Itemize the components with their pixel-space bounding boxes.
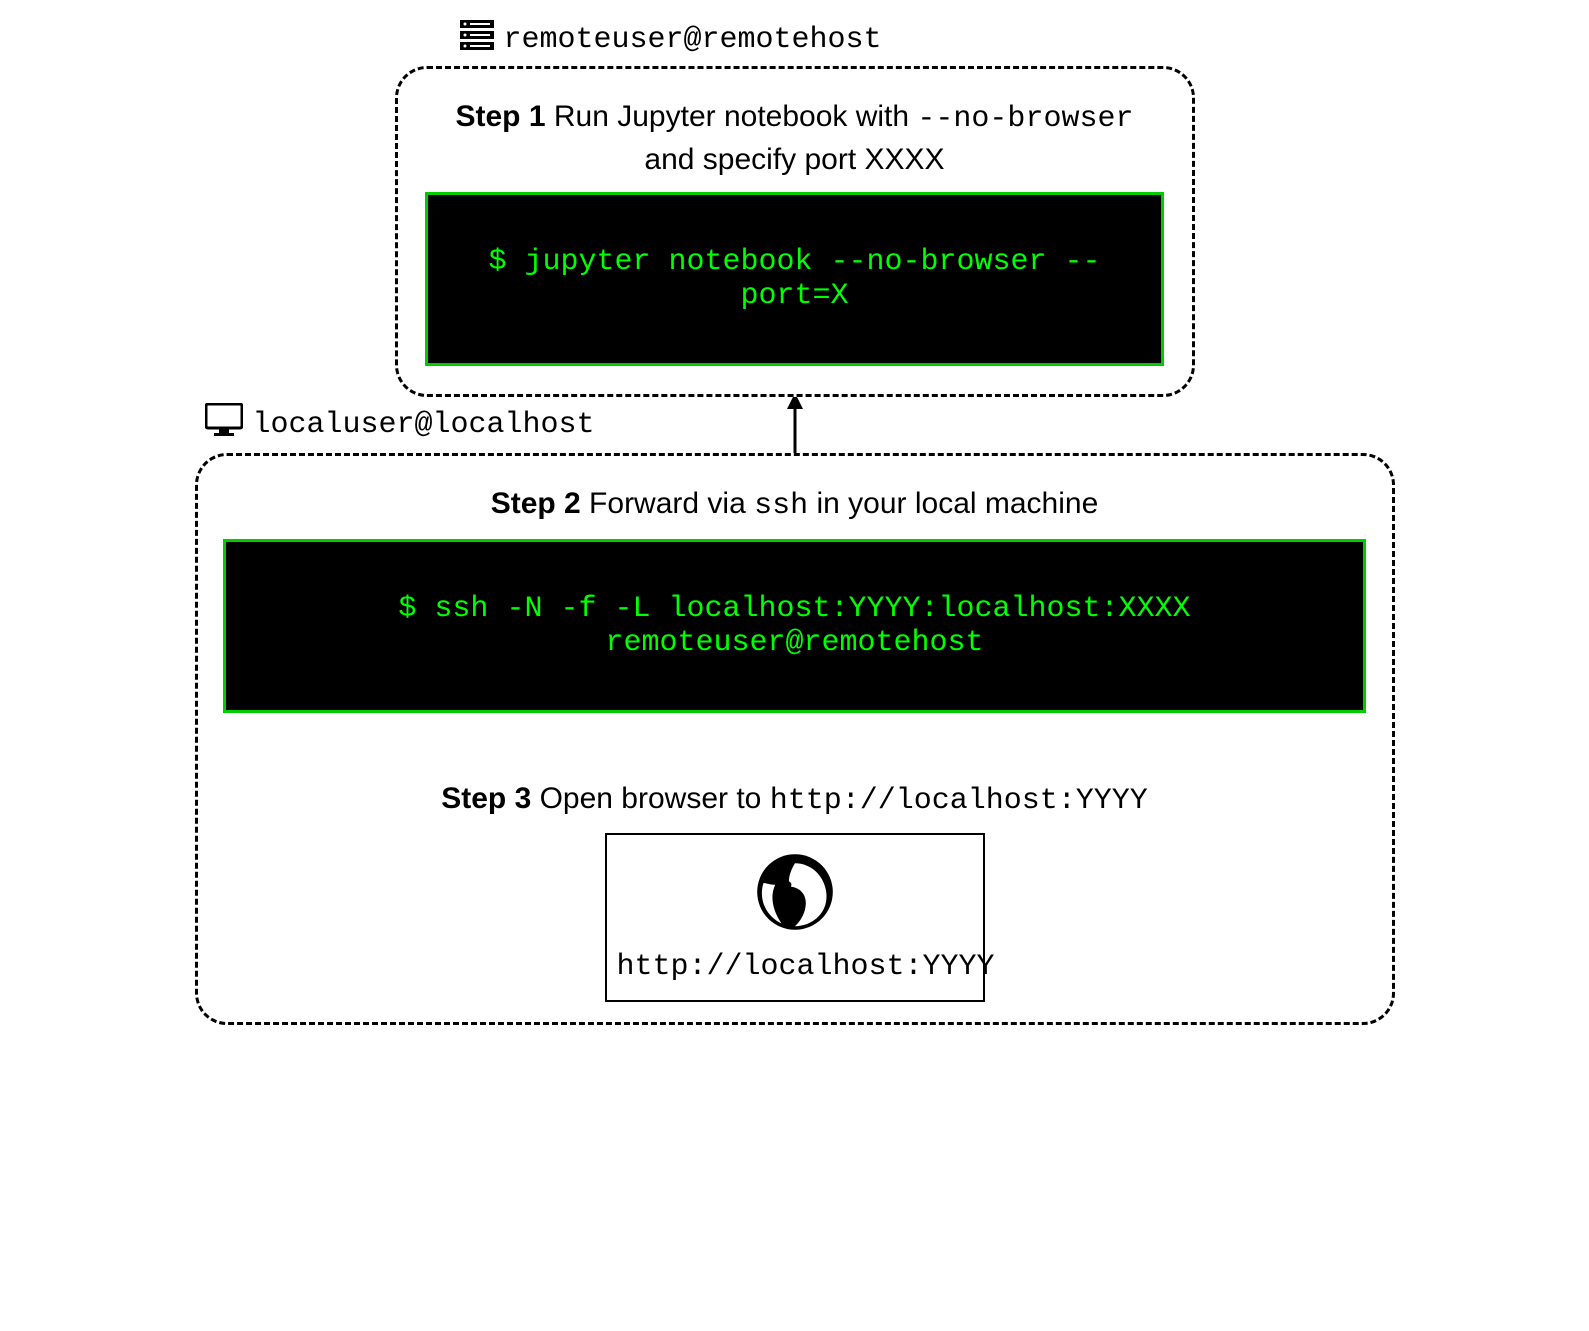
- local-command: $ ssh -N -f -L localhost:YYYY:localhost:…: [398, 592, 1190, 660]
- local-host-text: localuser@localhost: [253, 408, 595, 442]
- firefox-icon: [750, 847, 840, 942]
- step2-label: Step 2: [491, 487, 581, 520]
- step1-label: Step 1: [456, 100, 546, 133]
- step2-text-before: Forward via: [581, 487, 754, 520]
- step3-text-before: Open browser to: [531, 782, 769, 815]
- browser-box: http://localhost:YYYY: [605, 833, 985, 1002]
- browser-url: http://localhost:YYYY: [617, 950, 973, 984]
- step3-caption: Step 3 Open browser to http://localhost:…: [246, 779, 1342, 822]
- local-terminal: $ ssh -N -f -L localhost:YYYY:localhost:…: [223, 539, 1365, 713]
- step1-tt: --no-browser: [917, 102, 1133, 136]
- step1-text-before: Run Jupyter notebook with: [546, 100, 918, 133]
- step3-label: Step 3: [441, 782, 531, 815]
- step2-text-after: in your local machine: [808, 487, 1098, 520]
- remote-host-text: remoteuser@remotehost: [504, 23, 882, 57]
- step2-tt: ssh: [754, 489, 808, 523]
- local-box: Step 2 Forward via ssh in your local mac…: [195, 453, 1395, 1025]
- step3-tt: http://localhost:YYYY: [770, 784, 1148, 818]
- remote-host-label: remoteuser@remotehost: [460, 20, 1395, 60]
- step2-caption: Step 2 Forward via ssh in your local mac…: [246, 484, 1342, 527]
- monitor-icon: [205, 403, 243, 447]
- remote-command: $ jupyter notebook --no-browser --port=X: [488, 245, 1100, 313]
- step1-text-after: and specify port XXXX: [644, 143, 944, 176]
- remote-terminal: $ jupyter notebook --no-browser --port=X: [425, 192, 1164, 366]
- server-icon: [460, 20, 494, 60]
- remote-box: Step 1 Run Jupyter notebook with --no-br…: [395, 66, 1195, 397]
- step1-caption: Step 1 Run Jupyter notebook with --no-br…: [436, 97, 1152, 180]
